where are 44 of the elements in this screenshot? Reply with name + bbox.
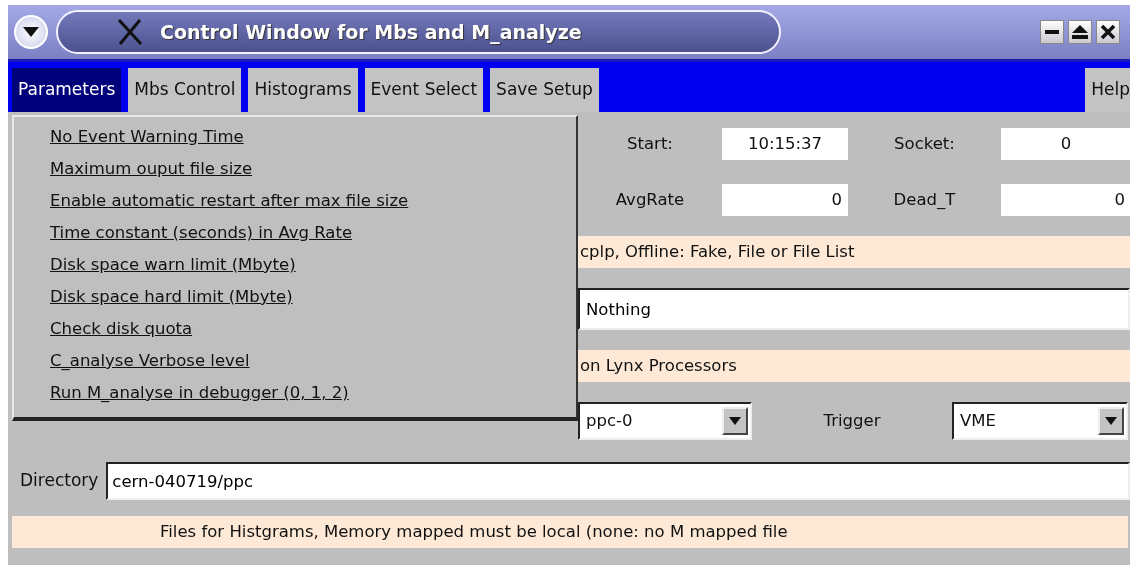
input-field[interactable]: Nothing [578, 288, 1130, 330]
eject-icon [1072, 25, 1088, 39]
status-label: AvgRate [614, 188, 686, 211]
menu-option[interactable]: Enable automatic restart after max file size [14, 185, 576, 217]
help-menu[interactable]: Help [1085, 68, 1130, 112]
x-icon [116, 18, 144, 46]
menu-option[interactable]: No Event Warning Time [14, 121, 576, 153]
directory-label: Directory [20, 469, 99, 493]
caret-icon [1105, 417, 1117, 425]
menu-option[interactable]: Disk space warn limit (Mbyte) [14, 249, 576, 281]
info-banner: cplp, Offline: Fake, File or File List [578, 236, 1130, 268]
menu-item[interactable]: Histograms [248, 68, 358, 112]
info-banner: on Lynx Processors [578, 350, 1130, 382]
menu-option[interactable]: Run M_analyse in debugger (0, 1, 2) [14, 377, 576, 409]
caret-icon [729, 417, 741, 425]
status-label: Socket: [893, 132, 956, 155]
close-button[interactable] [1096, 20, 1120, 44]
status-label: Start: [626, 132, 674, 155]
menu-item[interactable]: Save Setup [490, 68, 599, 112]
window-menu-button[interactable] [14, 15, 48, 49]
menu-option[interactable]: Check disk quota [14, 313, 576, 345]
status-value: 10:15:37 [722, 128, 848, 160]
caret-icon [23, 27, 39, 37]
close-icon [1100, 24, 1116, 40]
menu-option[interactable]: Time constant (seconds) in Avg Rate [14, 217, 576, 249]
menu-option[interactable]: Disk space hard limit (Mbyte) [14, 281, 576, 313]
maximize-button[interactable] [1068, 20, 1092, 44]
status-label: Dead_T [892, 188, 957, 211]
status-value: 0 [722, 184, 848, 216]
minimize-icon [1045, 30, 1059, 34]
trigger-label: Trigger [822, 409, 882, 432]
status-value: 0 [1001, 128, 1130, 160]
minimize-button[interactable] [1040, 20, 1064, 44]
status-value: 0 [1001, 184, 1130, 216]
trigger-dropdown[interactable]: VME [952, 402, 1128, 440]
menu-item[interactable]: Event Select [364, 68, 484, 112]
info-banner: Files for Histgrams, Memory mapped must be local (none: no M mapped file [12, 516, 1128, 548]
menu-option[interactable]: C_analyse Verbose level [14, 345, 576, 377]
menu-item[interactable]: Mbs Control [128, 68, 242, 112]
menu-option[interactable]: Maximum ouput file size [14, 153, 576, 185]
menu-item[interactable]: Parameters [12, 68, 122, 112]
directory-field[interactable]: cern-040719/ppc [106, 462, 1130, 500]
processor-dropdown[interactable]: ppc-0 [578, 402, 752, 440]
window-title: Control Window for Mbs and M_analyze [160, 19, 582, 46]
